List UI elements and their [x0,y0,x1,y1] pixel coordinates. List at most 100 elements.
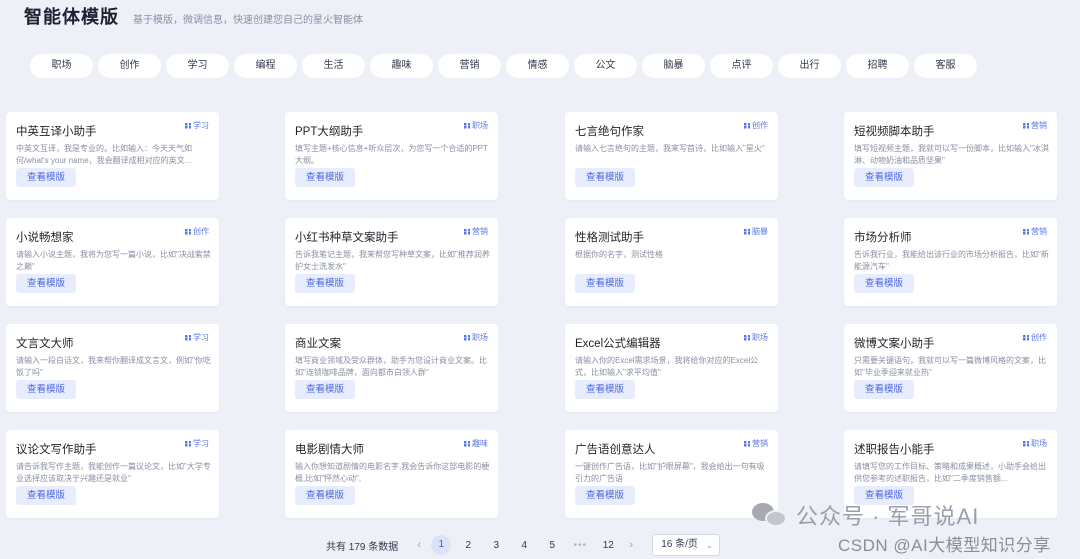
template-card[interactable]: 性格测试助手 脑暴 根据你的名字，测试性格 查看模版 [565,218,778,306]
category-tag[interactable]: 招聘 [846,54,909,78]
template-category-label: 营销 [1031,227,1047,236]
template-name: 七言绝句作家 [575,126,644,138]
view-template-button[interactable]: 查看模版 [575,486,635,505]
template-category: 营销 [1023,226,1047,237]
template-card[interactable]: 七言绝句作家 创作 请输入七言绝句的主题，我来写首诗，比如输入"星火" 查看模版 [565,112,778,200]
csdn-watermark: CSDN @AI大模型知识分享 [838,536,1051,555]
view-template-button[interactable]: 查看模版 [295,274,355,293]
grid-icon [464,228,470,235]
category-tag[interactable]: 学习 [166,54,229,78]
view-template-button[interactable]: 查看模版 [575,274,635,293]
template-description: 请填写您的工作目标、策略和成果概述，小助手会给出供您参考的述职报告，比如"二季度… [854,462,1046,483]
wechat-icon [752,501,790,529]
template-category: 学习 [185,438,209,449]
view-template-button[interactable]: 查看模版 [575,380,635,399]
more-pages-icon[interactable]: ••• [566,540,594,551]
grid-icon [744,334,750,341]
category-tag[interactable]: 脑暴 [642,54,705,78]
view-template-button[interactable]: 查看模版 [854,380,914,399]
category-tag[interactable]: 编程 [234,54,297,78]
template-name: 中英互译小助手 [16,126,97,138]
grid-icon [1023,228,1029,235]
template-category-label: 营销 [1031,121,1047,130]
category-tag[interactable]: 客服 [914,54,977,78]
template-category-label: 创作 [193,227,209,236]
template-category-label: 学习 [193,333,209,342]
template-card[interactable]: PPT大纲助手 职场 填写主题+核心信息+听众层次，为您写一个合适的PPT大纲。 查看… [285,112,498,200]
template-category: 创作 [744,120,768,131]
view-template-button[interactable]: 查看模版 [854,168,914,187]
category-tag[interactable]: 趣味 [370,54,433,78]
next-page-icon[interactable]: › [622,539,640,551]
category-tag[interactable]: 营销 [438,54,501,78]
template-category: 创作 [185,226,209,237]
template-description: 只需要关键语句，我就可以写一篇微博风格的文案，比如"毕业季迎来就业热" [854,356,1046,377]
page-4[interactable]: 4 [513,540,535,551]
template-name: 性格测试助手 [575,232,644,244]
template-card[interactable]: 电影剧情大师 趣味 输入你想知道剧情的电影名字,我会告诉你这部电影的梗概,比如"怦然… [285,430,498,518]
template-card[interactable]: 小说畅想家 创作请输入小说主题，我将为您写一篇小说，比如"决战紫禁之巅" 查看模版 [6,218,219,306]
view-template-button[interactable]: 查看模版 [16,486,76,505]
page-5[interactable]: 5 [541,540,563,551]
category-tag[interactable]: 出行 [778,54,841,78]
category-tag[interactable]: 创作 [98,54,161,78]
template-description: 请告诉我写作主题，我能创作一篇议论文，比如"大学专业选择应该取决于兴趣还是就业" [16,462,211,483]
template-category: 职场 [744,332,768,343]
template-card[interactable]: 广告语创意达人 营销 一键创作广告语，比如"护眼屏幕"，我会给出一句有吸引力的广告语… [565,430,778,518]
view-template-button[interactable]: 查看模版 [854,274,914,293]
category-tag[interactable]: 情感 [506,54,569,78]
template-card[interactable]: Excel公式编辑器 职场 请输入你的Excel需求场景，我将给你对应的Excel公… [565,324,778,412]
category-tag[interactable]: 生活 [302,54,365,78]
page-2[interactable]: 2 [457,540,479,551]
page-header: 智能体模版 基于模版，微调信息，快速创建您自己的星火智能体 [24,3,363,29]
page-subtitle: 基于模版，微调信息，快速创建您自己的星火智能体 [133,15,363,26]
template-category: 学习 [185,120,209,131]
template-description: 中英文互译，我是专业的。比如输入：今天天气如何/what's your name… [16,144,192,165]
page-3[interactable]: 3 [485,540,507,551]
page-size-select[interactable]: 16 条/页 ⌄ [652,534,721,556]
template-card[interactable]: 文言文大师 学习 请输入一段白话文，我来帮你翻译成文言文，例如"你吃饭了吗" 查看模版 [6,324,219,412]
template-name: 文言文大师 [16,338,74,350]
total-count: 共有 179 条数据 [326,541,399,553]
template-category: 职场 [464,332,488,343]
view-template-button[interactable]: 查看模版 [575,168,635,187]
template-category-label: 学习 [193,439,209,448]
prev-page-icon[interactable]: ‹ [410,539,428,551]
template-description: 请输入小说主题，我将为您写一篇小说，比如"决战紫禁之巅" [16,250,211,271]
template-name: 小红书种草文案助手 [295,232,399,244]
template-category-label: 职场 [472,333,488,342]
template-name: 短视频脚本助手 [854,126,935,138]
view-template-button[interactable]: 查看模版 [16,274,76,293]
grid-icon [1023,440,1029,447]
pagination: 共有 179 条数据 ‹ 1 2 3 4 5 ••• 12 › 16 条/页 ⌄ [326,533,721,557]
view-template-button[interactable]: 查看模版 [295,486,355,505]
view-template-button[interactable]: 查看模版 [295,380,355,399]
template-card[interactable]: 中英互译小助手 学习中英文互译，我是专业的。比如输入：今天天气如何/what's … [6,112,219,200]
category-tag[interactable]: 点评 [710,54,773,78]
category-tag[interactable]: 公文 [574,54,637,78]
page-size-value: 16 条/页 [661,539,698,550]
template-description: 一键创作广告语，比如"护眼屏幕"，我会给出一句有吸引力的广告语 [575,462,765,483]
category-tag[interactable]: 职场 [30,54,93,78]
template-description: 填写商业领域及受众群体，助手为您设计商业文案。比如"连锁咖啡品牌，面向都市白领人… [295,356,487,377]
view-template-button[interactable]: 查看模版 [295,168,355,187]
template-card[interactable]: 微博文案小助手 创作 只需要关键语句，我就可以写一篇微博风格的文案，比如"毕业季迎来… [844,324,1057,412]
template-card[interactable]: 市场分析师 营销 告诉我行业，我能给出该行业的市场分析报告，比如"新能源汽车" 查看模… [844,218,1057,306]
template-category: 趣味 [464,438,488,449]
template-card[interactable]: 短视频脚本助手 营销 填写短视频主题，我就可以写一份脚本，比如输入"冰淇淋、动物奶油… [844,112,1057,200]
template-description: 告诉我笔记主题，我来帮您写种草文案，比如"推荐润养护女士洗发水" [295,250,490,271]
template-category-label: 职场 [1031,439,1047,448]
template-name: 小说畅想家 [16,232,74,244]
view-template-button[interactable]: 查看模版 [16,168,76,187]
template-card[interactable]: 小红书种草文案助手 营销 告诉我笔记主题，我来帮您写种草文案，比如"推荐润养护女士洗… [285,218,498,306]
template-card[interactable]: 商业文案 职场 填写商业领域及受众群体，助手为您设计商业文案。比如"连锁咖啡品牌，面… [285,324,498,412]
template-category: 营销 [1023,120,1047,131]
template-card[interactable]: 议论文写作助手 学习 请告诉我写作主题，我能创作一篇议论文，比如"大学专业选择应该取… [6,430,219,518]
page-last[interactable]: 12 [597,540,619,551]
wechat-watermark-text: 公众号 · 军哥说AI [796,504,980,529]
template-name: 广告语创意达人 [575,444,656,456]
template-category: 职场 [1023,438,1047,449]
page-1[interactable]: 1 [431,535,452,555]
wechat-watermark: 公众号 · 军哥说AI [752,499,979,531]
view-template-button[interactable]: 查看模版 [16,380,76,399]
